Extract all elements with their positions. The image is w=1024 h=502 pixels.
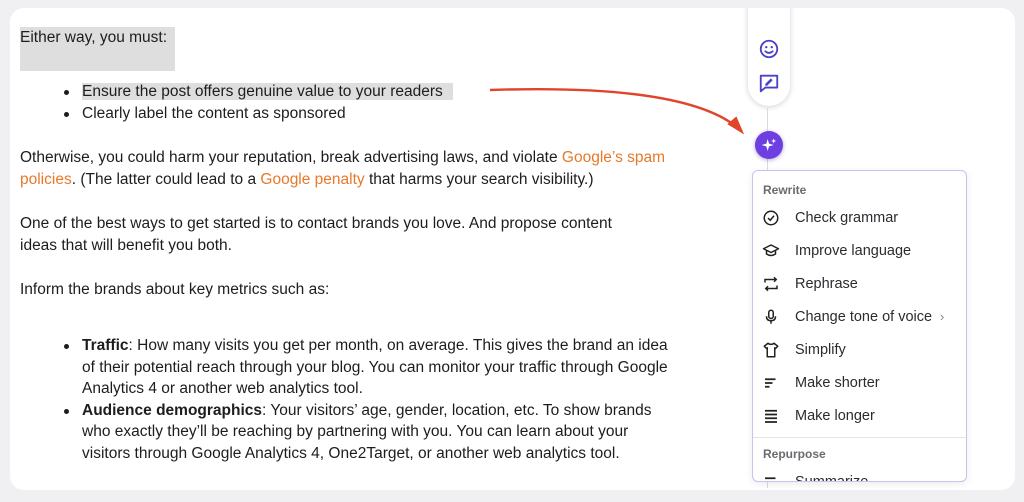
rephrase-item[interactable]: Rephrase bbox=[753, 267, 966, 300]
menu-item-label: Rephrase bbox=[795, 275, 858, 292]
rewrite-heading: Rewrite bbox=[763, 183, 807, 197]
emoji-icon[interactable] bbox=[758, 38, 780, 60]
change-tone-item[interactable]: Change tone of voice › bbox=[753, 300, 966, 333]
shirt-icon bbox=[763, 342, 779, 357]
menu-item-label: Make shorter bbox=[795, 374, 880, 391]
make-shorter-item[interactable]: Make shorter bbox=[753, 366, 966, 399]
menu-item-label: Summarize bbox=[795, 473, 869, 482]
improve-language-item[interactable]: Improve language bbox=[753, 234, 966, 267]
microphone-icon bbox=[765, 309, 777, 324]
side-toolbar bbox=[748, 8, 790, 106]
make-longer-item[interactable]: Make longer bbox=[753, 399, 966, 432]
menu-divider bbox=[753, 437, 966, 438]
repurpose-heading: Repurpose bbox=[763, 447, 826, 461]
summarize-item[interactable]: Summarize bbox=[753, 465, 966, 482]
menu-item-label: Make longer bbox=[795, 407, 875, 424]
long-lines-icon bbox=[765, 409, 777, 423]
short-lines-icon bbox=[765, 377, 776, 388]
menu-item-label: Improve language bbox=[795, 242, 912, 259]
check-grammar-item[interactable]: Check grammar bbox=[753, 201, 966, 234]
summarize-icon bbox=[765, 476, 776, 481]
menu-item-label: Simplify bbox=[795, 341, 846, 358]
sparkle-icon bbox=[761, 138, 777, 151]
ai-assistant-button[interactable] bbox=[755, 131, 783, 159]
chevron-right-icon: › bbox=[940, 309, 945, 324]
repeat-icon bbox=[764, 276, 778, 291]
check-circle-icon bbox=[763, 210, 779, 225]
editor-card: Either way, you must: Ensure the post of… bbox=[10, 8, 1015, 490]
menu-item-label: Change tone of voice bbox=[795, 308, 933, 325]
simplify-item[interactable]: Simplify bbox=[753, 333, 966, 366]
menu-item-label: Check grammar bbox=[795, 209, 899, 226]
graduation-cap-icon bbox=[762, 243, 780, 256]
comment-edit-icon[interactable] bbox=[758, 72, 780, 94]
ai-rewrite-menu: Rewrite Check grammar Improve language R… bbox=[752, 170, 967, 482]
